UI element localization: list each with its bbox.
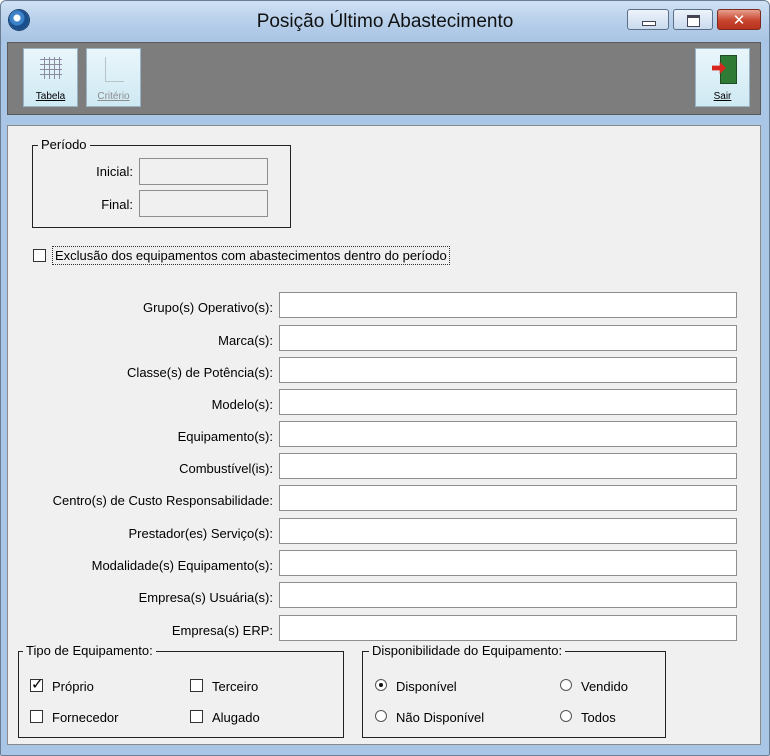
filter-input[interactable] <box>279 550 737 576</box>
maximize-icon <box>687 15 700 27</box>
filter-input[interactable] <box>279 325 737 351</box>
alugado-checkbox[interactable] <box>190 710 203 723</box>
filter-label: Prestador(es) Serviço(s): <box>128 526 273 541</box>
title-bar[interactable]: Posição Último Abastecimento ✕ <box>1 1 769 41</box>
disponivel-label: Disponível <box>396 679 457 694</box>
tipo-equipamento-group: Tipo de Equipamento: ✓ Próprio Terceiro … <box>18 643 344 738</box>
periodo-group: Período Inicial: Final: <box>32 137 291 228</box>
final-date-field[interactable] <box>139 190 268 217</box>
filter-label: Centro(s) de Custo Responsabilidade: <box>52 493 273 508</box>
final-label: Final: <box>101 197 133 212</box>
filter-label: Empresa(s) Usuária(s): <box>138 590 273 605</box>
proprio-label: Próprio <box>52 679 94 694</box>
disponivel-radio[interactable] <box>375 679 387 691</box>
tabela-label: Tabela <box>35 91 66 102</box>
fornecedor-label: Fornecedor <box>52 710 119 725</box>
disponibilidade-group: Disponibilidade do Equipamento: Disponív… <box>362 643 666 738</box>
minimize-button[interactable] <box>627 9 669 30</box>
tabela-button[interactable]: Tabela <box>23 48 78 107</box>
filter-label: Marca(s): <box>218 333 273 348</box>
main-window: Posição Último Abastecimento ✕ Tabela Cr… <box>0 0 770 756</box>
filter-label: Classe(s) de Potência(s): <box>127 365 273 380</box>
tipo-equipamento-title: Tipo de Equipamento: <box>23 643 156 658</box>
todos-label: Todos <box>581 710 616 725</box>
filter-label: Combustível(is): <box>179 461 273 476</box>
filter-input[interactable] <box>279 518 737 544</box>
minimize-icon <box>642 21 656 26</box>
terceiro-checkbox[interactable] <box>190 679 203 692</box>
inicial-label: Inicial: <box>96 164 133 179</box>
nao-disponivel-radio[interactable] <box>375 710 387 722</box>
vendido-label: Vendido <box>581 679 628 694</box>
filter-input[interactable] <box>279 582 737 608</box>
filter-input[interactable] <box>279 485 737 511</box>
filter-input[interactable] <box>279 357 737 383</box>
filter-label: Modelo(s): <box>211 397 273 412</box>
fornecedor-checkbox[interactable] <box>30 710 43 723</box>
terceiro-label: Terceiro <box>212 679 259 694</box>
filter-input[interactable] <box>279 615 737 641</box>
toolbar: Tabela Critério Sair <box>7 42 761 115</box>
filter-input[interactable] <box>279 421 737 447</box>
close-icon: ✕ <box>732 11 746 29</box>
disponibilidade-title: Disponibilidade do Equipamento: <box>369 643 566 658</box>
sair-button[interactable]: Sair <box>695 48 750 107</box>
criterio-label: Critério <box>97 91 130 102</box>
filter-label: Grupo(s) Operativo(s): <box>142 300 273 315</box>
filter-label: Modalidade(s) Equipamento(s): <box>91 558 273 573</box>
checkmark-icon: ✓ <box>31 675 44 693</box>
inicial-date-field[interactable] <box>139 158 268 185</box>
close-button[interactable]: ✕ <box>717 9 761 30</box>
filter-input[interactable] <box>279 453 737 479</box>
filter-input[interactable] <box>279 292 737 318</box>
maximize-button[interactable] <box>673 9 713 30</box>
proprio-checkbox[interactable]: ✓ <box>30 675 44 693</box>
criterio-button[interactable]: Critério <box>86 48 141 107</box>
filter-label: Equipamento(s): <box>177 429 273 444</box>
vendido-radio[interactable] <box>560 679 572 691</box>
exclusion-label[interactable]: Exclusão dos equipamentos com abastecime… <box>52 246 450 265</box>
filter-input[interactable] <box>279 389 737 415</box>
exclusion-checkbox[interactable] <box>33 249 46 262</box>
table-grid-icon <box>40 57 62 79</box>
nao-disponivel-label: Não Disponível <box>396 710 485 725</box>
todos-radio[interactable] <box>560 710 572 722</box>
alugado-label: Alugado <box>212 710 260 725</box>
form-panel: Período Inicial: Final: Exclusão dos equ… <box>7 125 761 745</box>
filter-label: Empresa(s) ERP: <box>171 623 273 638</box>
criteria-icon <box>105 57 124 82</box>
exit-door-icon <box>712 55 737 84</box>
periodo-title: Período <box>38 137 90 152</box>
sair-label: Sair <box>713 91 732 102</box>
